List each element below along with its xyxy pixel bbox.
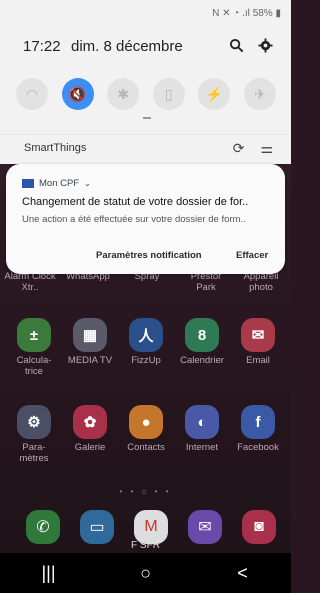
- app-label: FizzUp: [131, 355, 161, 366]
- phone-icon[interactable]: ✆: [26, 510, 60, 544]
- sound-mute-icon[interactable]: 🔇: [61, 78, 94, 110]
- settings-gear-icon: ⚙: [17, 405, 51, 439]
- camera-icon[interactable]: ◙: [242, 510, 276, 544]
- notification-actions: Paramètres notification Effacer: [6, 250, 285, 264]
- recents-button[interactable]: |||: [24, 563, 74, 584]
- battery-icon: ▮: [275, 8, 281, 19]
- notification-title: Changement de statut de votre dossier de…: [22, 196, 249, 208]
- app-label: Contacts: [127, 442, 165, 453]
- internet-planet-icon: ◐: [185, 405, 219, 439]
- app-fizzup[interactable]: 人 FizzUp: [120, 318, 172, 366]
- wifi-icon[interactable]: ◠: [16, 78, 48, 110]
- notification-shade: N ✕ ◔ .ıl 58% ▮ 17:22 dim. 8 décembre ◠ …: [0, 0, 291, 164]
- app-label: Alarm Clock Xtr..: [4, 271, 56, 293]
- bluetooth-icon[interactable]: ✱: [107, 78, 140, 110]
- fizzup-icon: 人: [129, 318, 163, 352]
- app-label: Galerie: [74, 442, 106, 453]
- app-label: Calcula-trice: [16, 355, 52, 377]
- battery-percentage: 58%: [252, 8, 273, 19]
- app-calendar[interactable]: 8 Calendrier: [176, 318, 228, 366]
- app-label: Prestor Park: [190, 271, 222, 293]
- devices-icon[interactable]: ⟳: [233, 140, 245, 157]
- gmail-icon[interactable]: M: [134, 510, 168, 544]
- mail-icon[interactable]: ✉: [188, 510, 222, 544]
- search-icon[interactable]: [229, 38, 244, 57]
- clock-time[interactable]: 17:22: [23, 38, 61, 55]
- mon-cpf-app-icon: [22, 179, 34, 188]
- app-gallery[interactable]: ✿ Galerie: [64, 405, 116, 453]
- media-tv-icon: ▦: [73, 318, 107, 352]
- page-indicator-dots: • • ⌂ • •: [119, 487, 172, 496]
- smartthings-actions: ⟳ ⚌: [233, 140, 273, 157]
- app-settings[interactable]: ⚙ Para-mètres: [8, 405, 60, 464]
- email-icon: ✉: [241, 318, 275, 352]
- app-internet[interactable]: ◐ Internet: [176, 405, 228, 453]
- airplane-icon[interactable]: ✈: [243, 78, 276, 110]
- app-media-tv[interactable]: ▦ MEDIA TV: [64, 318, 116, 366]
- status-bar: N ✕ ◔ .ıl 58% ▮: [212, 8, 281, 19]
- clock-row: 17:22 dim. 8 décembre: [23, 38, 273, 58]
- app-label: Facebook: [237, 442, 279, 453]
- rotation-icon[interactable]: ▯: [152, 78, 185, 110]
- calendar-icon: 8: [185, 318, 219, 352]
- facebook-icon: f: [241, 405, 275, 439]
- app-label: Internet: [185, 442, 219, 453]
- sliders-icon[interactable]: ⚌: [260, 140, 273, 157]
- app-row-2: ± Calcula-trice ▦ MEDIA TV 人 FizzUp 8 Ca…: [0, 318, 291, 388]
- header-actions: [229, 38, 273, 57]
- app-label: Appareil photo: [243, 271, 279, 293]
- contacts-person-icon: ●: [129, 405, 163, 439]
- app-email[interactable]: ✉ Email: [232, 318, 284, 366]
- expand-handle[interactable]: [143, 117, 151, 119]
- app-contacts[interactable]: ● Contacts: [120, 405, 172, 453]
- gallery-flower-icon: ✿: [73, 405, 107, 439]
- clock-date[interactable]: dim. 8 décembre: [71, 38, 183, 55]
- carrier-label: F SFR: [131, 540, 160, 551]
- notification-app-name: Mon CPF: [39, 178, 80, 189]
- notification-card[interactable]: Mon CPF ⌄ Changement de statut de votre …: [6, 164, 285, 274]
- quick-settings-row: ◠ 🔇 ✱ ▯ ⚡ ✈: [16, 78, 276, 110]
- flashlight-icon[interactable]: ⚡: [198, 78, 231, 110]
- app-label: MEDIA TV: [67, 355, 113, 366]
- gear-icon[interactable]: [258, 38, 273, 57]
- navigation-bar: ||| ○ <: [0, 553, 291, 593]
- notification-body: Une action a été effectuée sur votre dos…: [22, 214, 246, 225]
- app-row-3: ⚙ Para-mètres ✿ Galerie ● Contacts ◐ Int…: [0, 405, 291, 475]
- calculator-icon: ±: [17, 318, 51, 352]
- app-calculator[interactable]: ± Calcula-trice: [8, 318, 60, 377]
- smartthings-label: SmartThings: [24, 142, 87, 154]
- notification-settings-button[interactable]: Paramètres notification: [96, 250, 202, 261]
- notification-header: Mon CPF ⌄: [22, 178, 91, 189]
- back-button[interactable]: <: [218, 563, 268, 584]
- app-facebook[interactable]: f Facebook: [232, 405, 284, 453]
- status-icons: N ✕ ◔ .ıl: [212, 8, 250, 19]
- messages-icon[interactable]: ▭: [80, 510, 114, 544]
- smartthings-row[interactable]: SmartThings ⟳ ⚌: [0, 134, 291, 161]
- clear-button[interactable]: Effacer: [236, 250, 268, 261]
- app-label: Para-mètres: [19, 442, 49, 464]
- app-label: Email: [246, 355, 270, 366]
- chevron-down-icon[interactable]: ⌄: [84, 179, 91, 188]
- home-button[interactable]: ○: [121, 563, 171, 584]
- app-label: Calendrier: [180, 355, 224, 366]
